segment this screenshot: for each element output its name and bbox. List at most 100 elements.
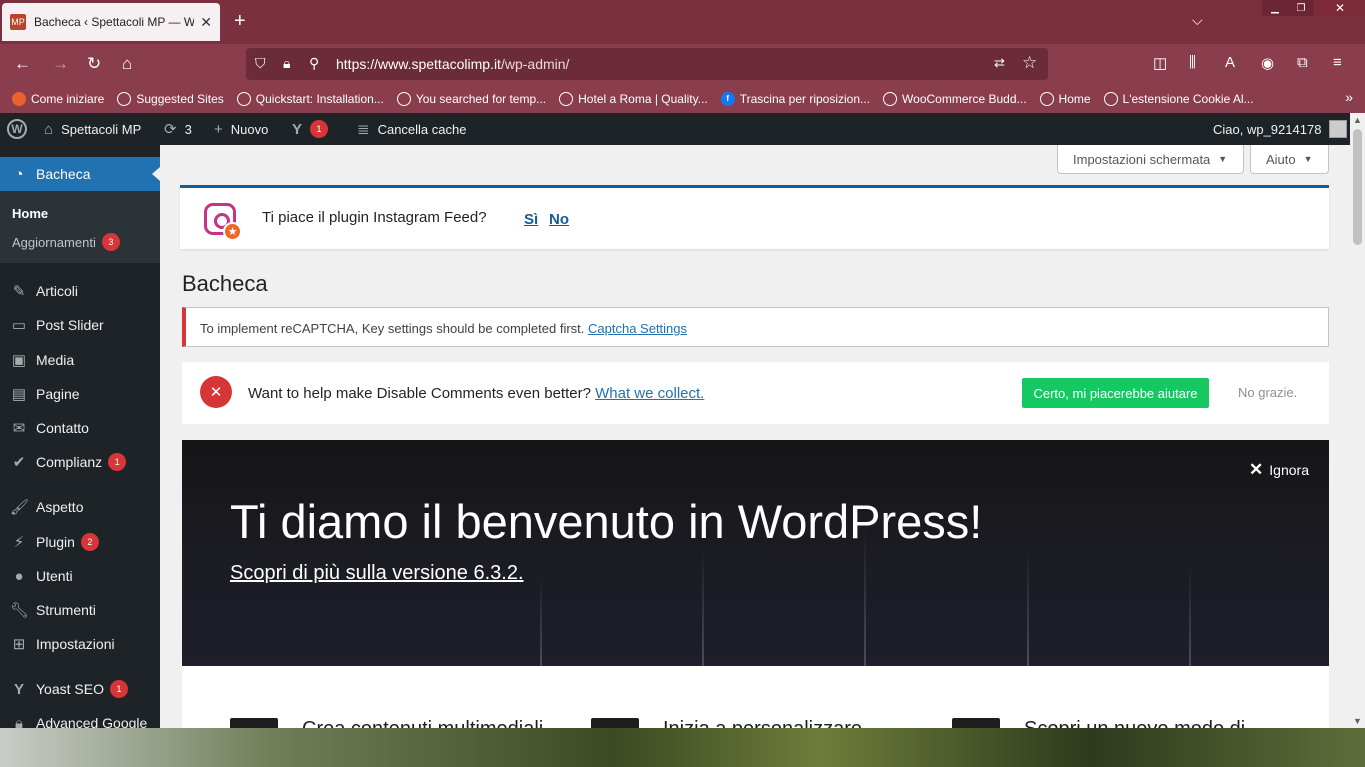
bookmark-item[interactable]: You searched for temp...: [396, 91, 546, 106]
new-tab-button[interactable]: +: [234, 9, 246, 33]
translate-extension-icon[interactable]: A: [1225, 54, 1235, 71]
instagram-yes-link[interactable]: Sì: [524, 211, 538, 228]
page-icon: ▤: [11, 386, 27, 403]
wrench-icon: 🔧︎: [10, 602, 30, 619]
shield-icon[interactable]: ⛉: [255, 55, 266, 72]
browser-window: MP Bacheca ‹ Spettacoli MP — Wor ✕ + ⌵ ▁…: [0, 0, 1365, 728]
sidebar-item-impostazioni[interactable]: ⊞ Impostazioni: [0, 627, 160, 661]
check-icon: ✔: [12, 454, 26, 471]
disable-comments-notice: ✕ Want to help make Disable Comments eve…: [182, 362, 1329, 424]
close-window-button[interactable]: ✕: [1315, 0, 1365, 16]
lock-icon[interactable]: 🔒︎: [283, 55, 290, 72]
globe-icon: [883, 91, 898, 106]
bookmark-item[interactable]: WooCommerce Budd...: [883, 91, 1027, 106]
scroll-down-icon[interactable]: ▼: [1353, 716, 1362, 726]
welcome-panel: ✕ Ignora Ti diamo il benvenuto in WordPre…: [182, 440, 1329, 666]
translate-icon[interactable]: ⇄: [994, 55, 1005, 71]
bookmarks-toolbar: Come iniziare Suggested Sites Quickstart…: [0, 84, 1365, 113]
what-we-collect-link[interactable]: What we collect.: [595, 385, 704, 402]
wordpress-logo-icon[interactable]: W: [7, 113, 27, 145]
page-scrollbar[interactable]: ▲ ▼: [1350, 113, 1365, 728]
submenu-home[interactable]: Home: [12, 206, 48, 221]
updates-badge: 3: [101, 233, 120, 251]
minimize-button[interactable]: ▁: [1262, 0, 1288, 16]
sidebar-item-post-slider[interactable]: ▭ Post Slider: [0, 308, 160, 342]
site-favicon-icon: MP: [10, 14, 26, 30]
database-icon: ≣: [357, 121, 370, 138]
forward-arrow-icon[interactable]: →: [52, 54, 69, 74]
plus-icon: +: [214, 120, 223, 138]
yoast-link[interactable]: Y1: [292, 113, 329, 145]
menu-icon[interactable]: ≡: [1333, 54, 1342, 71]
bookmark-item[interactable]: Hotel a Roma | Quality...: [559, 91, 708, 106]
bookmark-item[interactable]: Come iniziare: [12, 91, 104, 106]
welcome-columns: Crea contenuti multimediali Inizia a per…: [182, 666, 1329, 728]
sidebar-item-complianz[interactable]: ✔ Complianz 1: [0, 445, 160, 479]
reload-icon[interactable]: ↻: [87, 54, 101, 74]
list-tabs-chevron-icon[interactable]: ⌵: [1192, 12, 1203, 29]
sidebar-item-media[interactable]: ▣ Media: [0, 343, 160, 377]
bookmark-item[interactable]: Quickstart: Installation...: [236, 91, 384, 106]
yoast-icon: Y: [13, 680, 24, 698]
sidebar-item-articoli[interactable]: ✎ Articoli: [0, 274, 160, 308]
clear-cache-link[interactable]: ≣ Cancella cache: [357, 113, 466, 145]
help-button[interactable]: Aiuto ▼: [1250, 145, 1329, 174]
screen-options-button[interactable]: Impostazioni schermata ▼: [1057, 145, 1244, 174]
url-text: https://www.spettacolimp.it/wp-admin/: [336, 56, 570, 72]
home-icon: ⌂: [44, 120, 54, 138]
bookmark-item[interactable]: Suggested Sites: [117, 91, 224, 106]
desktop-wallpaper: [0, 728, 1365, 767]
pocket-icon[interactable]: ◫: [1153, 54, 1167, 72]
tab-title: Bacheca ‹ Spettacoli MP — Wor: [34, 15, 195, 29]
bookmark-star-icon[interactable]: ☆: [1022, 53, 1037, 73]
new-content-link[interactable]: + Nuovo: [214, 113, 268, 145]
accept-help-button[interactable]: Certo, mi piacerebbe aiutare: [1022, 378, 1209, 408]
sidebar-item-utenti[interactable]: ● Utenti: [0, 559, 160, 593]
caret-down-icon: ▼: [1218, 154, 1228, 164]
bookmark-item[interactable]: L'estensione Cookie Al...: [1103, 91, 1254, 106]
home-icon[interactable]: ⌂: [122, 54, 132, 74]
dashboard-submenu: Home Aggiornamenti 3: [0, 191, 160, 263]
my-account-link[interactable]: Ciao, wp_9214178: [1213, 113, 1348, 145]
scroll-thumb[interactable]: [1353, 129, 1362, 245]
updates-link[interactable]: ⟳ 3: [164, 113, 192, 145]
submenu-updates[interactable]: Aggiornamenti 3: [12, 233, 120, 251]
more-bookmarks-icon[interactable]: »: [1345, 89, 1353, 105]
permissions-icon[interactable]: ⚲: [309, 55, 319, 72]
medal-extension-icon[interactable]: ◉: [1261, 54, 1274, 72]
sidebar-item-yoast[interactable]: Y Yoast SEO 1: [0, 672, 160, 706]
restore-button[interactable]: ❐: [1288, 0, 1314, 16]
dashboard-icon: ◔: [14, 165, 24, 183]
sidebar-item-dashboard[interactable]: ◔ Bacheca: [0, 157, 160, 191]
disable-comments-logo-icon: ✕: [200, 376, 232, 408]
instagram-no-link[interactable]: No: [549, 211, 569, 228]
sidebar-item-contatto[interactable]: ✉ Contatto: [0, 411, 160, 445]
site-name-link[interactable]: ⌂ Spettacoli MP: [44, 113, 141, 145]
extensions-icon[interactable]: ⧉: [1297, 54, 1308, 71]
bookmark-item[interactable]: f Trascina per riposizion...: [720, 91, 870, 106]
sidebar-item-plugin[interactable]: ⚡︎ Plugin 2: [0, 525, 160, 559]
captcha-settings-link[interactable]: Captcha Settings: [588, 321, 687, 336]
browser-tab[interactable]: MP Bacheca ‹ Spettacoli MP — Wor ✕: [2, 3, 220, 41]
wp-admin-bar: W ⌂ Spettacoli MP ⟳ 3 + Nuovo Y1 ≣ Cancella …: [0, 113, 1350, 145]
tab-close-icon[interactable]: ✕: [200, 14, 212, 31]
sidebar-item-strumenti[interactable]: 🔧︎ Strumenti: [0, 593, 160, 627]
version-link[interactable]: Scopri di più sulla versione 6.3.2.: [230, 562, 524, 585]
scroll-up-icon[interactable]: ▲: [1353, 115, 1362, 125]
bookmark-item[interactable]: Home: [1039, 91, 1091, 106]
dismiss-welcome-button[interactable]: ✕ Ignora: [1249, 460, 1309, 480]
settings-icon: ⊞: [12, 636, 26, 653]
sidebar-item-aspetto[interactable]: 🖌︎ Aspetto: [0, 490, 160, 524]
sidebar-item-advanced-google[interactable]: 🔒︎ Advanced Google: [0, 706, 160, 729]
page-title: Bacheca: [182, 271, 268, 296]
lock-icon: 🔒︎: [15, 714, 23, 729]
decline-link[interactable]: No grazie.: [1238, 385, 1297, 400]
brush-icon: 🖌︎: [10, 499, 30, 516]
back-arrow-icon[interactable]: ←: [14, 54, 31, 74]
welcome-title: Ti diamo il benvenuto in WordPress!: [230, 495, 983, 548]
address-bar[interactable]: ⛉ 🔒︎ ⚲ https://www.spettacolimp.it/wp-ad…: [246, 48, 1048, 80]
plugin-icon: ⚡︎: [13, 534, 25, 551]
recaptcha-notice: To implement reCAPTCHA, Key settings sho…: [182, 307, 1329, 347]
library-icon[interactable]: ⫼: [1189, 54, 1196, 71]
sidebar-item-pagine[interactable]: ▤ Pagine: [0, 377, 160, 411]
